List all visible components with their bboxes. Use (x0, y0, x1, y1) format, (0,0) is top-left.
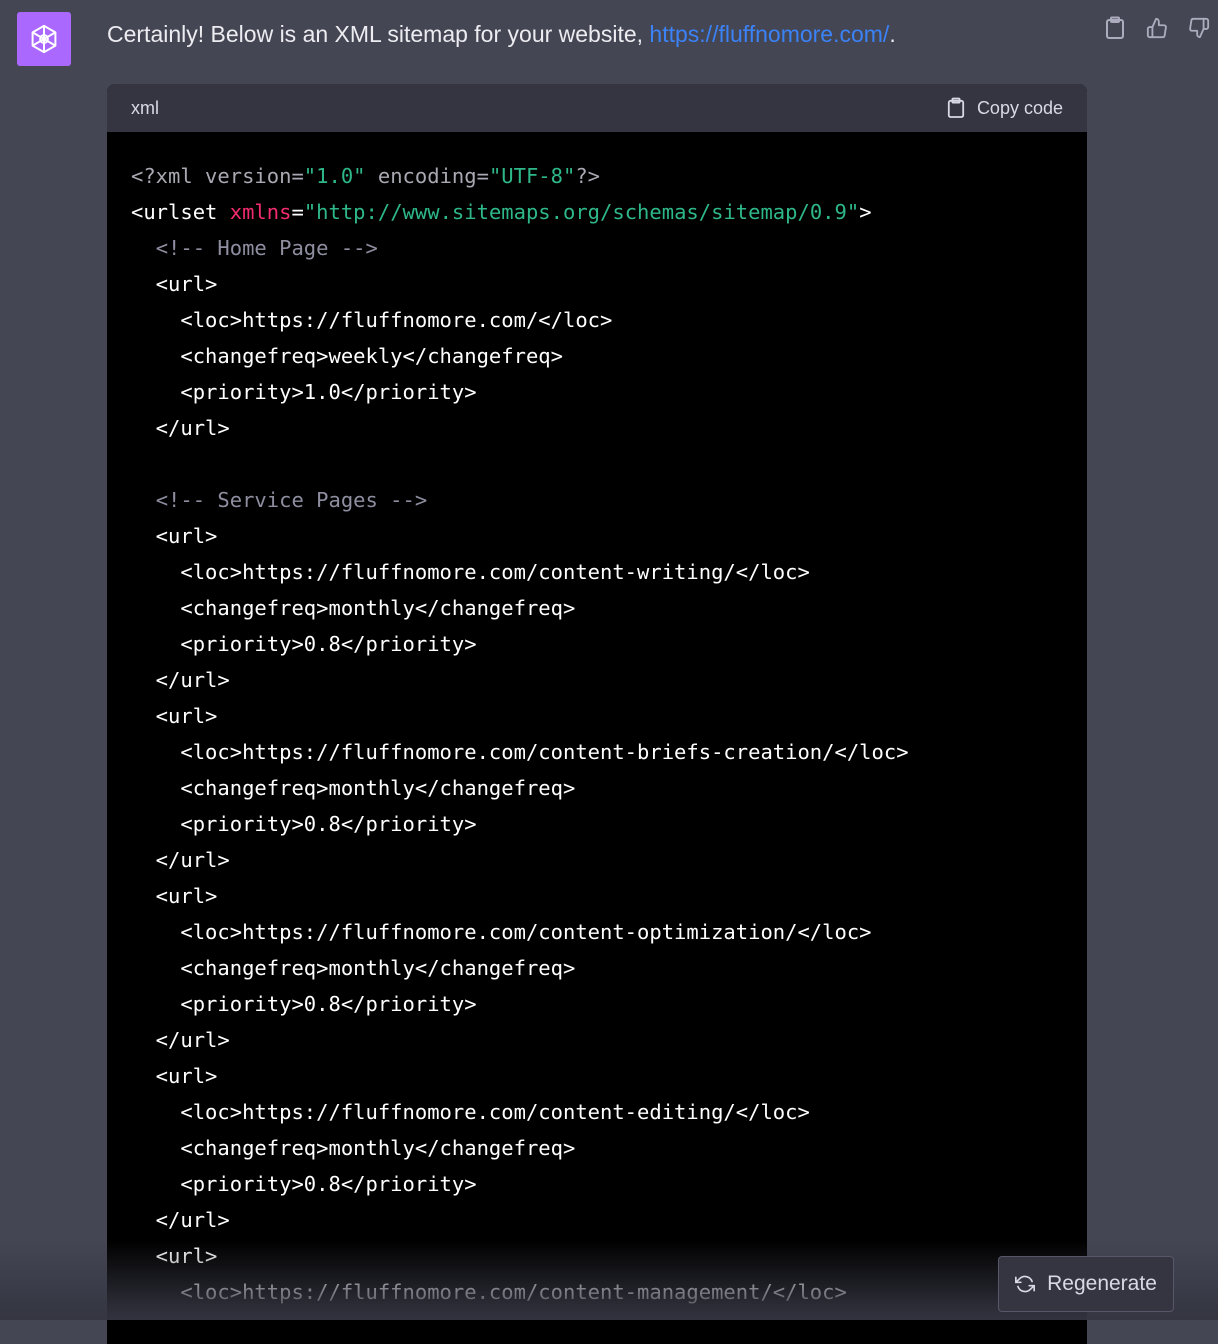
code-token: <!-- Service Pages --> (155, 488, 428, 512)
code-line: <url> (131, 1058, 1087, 1094)
code-token: <urlset (131, 200, 230, 224)
code-token: "1.0" (303, 164, 366, 188)
code-line: <url> (131, 1238, 1087, 1274)
code-token: <priority>0.8</priority> (131, 992, 477, 1016)
code-line: <priority>0.8</priority> (131, 986, 1087, 1022)
code-language-label: xml (131, 97, 159, 118)
thumbs-down-icon (1189, 17, 1210, 39)
code-token: </url> (131, 416, 230, 440)
code-token: encoding= (365, 164, 489, 188)
code-token: </url> (131, 1028, 230, 1052)
code-token: "http://www.sitemaps.org/schemas/sitemap… (303, 200, 860, 224)
code-line: <?xml version="1.0" encoding="UTF-8"?> (131, 158, 1087, 194)
website-link[interactable]: https://fluffnomore.com/ (649, 21, 889, 47)
thumbs-up-button[interactable] (1146, 16, 1168, 40)
clipboard-icon (1106, 16, 1124, 39)
code-line: <loc>https://fluffnomore.com/content-opt… (131, 914, 1087, 950)
code-token: <priority>0.8</priority> (131, 632, 477, 656)
code-line: <url> (131, 518, 1087, 554)
assistant-avatar (17, 12, 71, 66)
message-text-suffix: . (889, 21, 896, 47)
code-token: </url> (131, 668, 230, 692)
copy-message-button[interactable] (1104, 16, 1126, 40)
code-line: <changefreq>monthly</changefreq> (131, 770, 1087, 806)
code-line: <changefreq>monthly</changefreq> (131, 950, 1087, 986)
message-text: Certainly! Below is an XML sitemap for y… (107, 21, 650, 47)
code-token: <url> (131, 884, 218, 908)
regenerate-label: Regenerate (1047, 1272, 1157, 1295)
regenerate-button[interactable]: Regenerate (998, 1256, 1174, 1312)
code-line: <loc>https://fluffnomore.com/content-bri… (131, 734, 1087, 770)
code-line: <!-- Home Page --> (131, 230, 1087, 266)
code-token: <!-- Home Page --> (155, 236, 378, 260)
copy-code-button[interactable]: Copy code (947, 97, 1063, 119)
code-line: <loc>https://fluffnomore.com/content-edi… (131, 1094, 1087, 1130)
code-block-header: xml Copy code (107, 84, 1087, 132)
code-token: <loc>https://fluffnomore.com/content-opt… (131, 920, 872, 944)
code-token: <?xml version= (131, 164, 304, 188)
code-token: <changefreq>monthly</changefreq> (131, 956, 576, 980)
code-token: <changefreq>monthly</changefreq> (131, 596, 576, 620)
code-token: > (859, 200, 872, 224)
refresh-icon (1015, 1275, 1036, 1293)
code-token: <url> (131, 524, 218, 548)
code-line: <changefreq>monthly</changefreq> (131, 1130, 1087, 1166)
code-token: <loc>https://fluffnomore.com/content-wri… (131, 560, 810, 584)
code-line: <loc>https://fluffnomore.com/</loc> (131, 302, 1087, 338)
code-token: = (291, 200, 304, 224)
code-line: <changefreq>monthly</changefreq> (131, 590, 1087, 626)
code-token: </url> (131, 848, 230, 872)
code-token: <changefreq>monthly</changefreq> (131, 776, 576, 800)
code-line: <urlset xmlns="http://www.sitemaps.org/s… (131, 194, 1087, 230)
code-line: <priority>1.0</priority> (131, 374, 1087, 410)
code-token: <loc>https://fluffnomore.com/content-man… (131, 1280, 847, 1304)
code-line: <changefreq>weekly</changefreq> (131, 338, 1087, 374)
code-line: <priority>0.8</priority> (131, 1166, 1087, 1202)
code-token: <url> (131, 704, 218, 728)
code-line: </url> (131, 410, 1087, 446)
code-line: </url> (131, 1202, 1087, 1238)
code-content: <?xml version="1.0" encoding="UTF-8"?> <u… (107, 132, 1087, 1310)
code-token: <loc>https://fluffnomore.com/content-edi… (131, 1100, 810, 1124)
assistant-message: Certainly! Below is an XML sitemap for y… (107, 18, 896, 50)
code-token: <priority>1.0</priority> (131, 380, 477, 404)
code-token: </url> (131, 1208, 230, 1232)
thumbs-down-button[interactable] (1188, 16, 1210, 40)
code-token: <priority>0.8</priority> (131, 812, 477, 836)
code-line: <loc>https://fluffnomore.com/content-wri… (131, 554, 1087, 590)
code-token: xmlns (229, 200, 292, 224)
copy-code-label: Copy code (976, 97, 1063, 118)
code-line: <url> (131, 878, 1087, 914)
code-token: ?> (575, 164, 601, 188)
code-token: <url> (131, 272, 218, 296)
code-token: <changefreq>monthly</changefreq> (131, 1136, 576, 1160)
code-line: <!-- Service Pages --> (131, 482, 1087, 518)
code-line: <url> (131, 266, 1087, 302)
clipboard-icon (947, 97, 965, 118)
code-token: <priority>0.8</priority> (131, 1172, 477, 1196)
code-token: <url> (131, 1244, 218, 1268)
code-token: <url> (131, 1064, 218, 1088)
code-line: <priority>0.8</priority> (131, 626, 1087, 662)
message-actions (1104, 16, 1210, 40)
code-token: <changefreq>weekly</changefreq> (131, 344, 563, 368)
code-line: <url> (131, 698, 1087, 734)
code-line: </url> (131, 1022, 1087, 1058)
thumbs-up-icon (1146, 17, 1167, 39)
code-line: </url> (131, 842, 1087, 878)
code-token: <loc>https://fluffnomore.com/content-bri… (131, 740, 909, 764)
code-block: xml Copy code <?xml version="1.0" encodi… (107, 84, 1087, 1344)
code-token: "UTF-8" (488, 164, 576, 188)
code-token: <loc>https://fluffnomore.com/</loc> (131, 308, 613, 332)
openai-logo-icon (31, 24, 57, 54)
code-line: <priority>0.8</priority> (131, 806, 1087, 842)
code-line: </url> (131, 662, 1087, 698)
code-line: <loc>https://fluffnomore.com/content-man… (131, 1274, 1087, 1310)
